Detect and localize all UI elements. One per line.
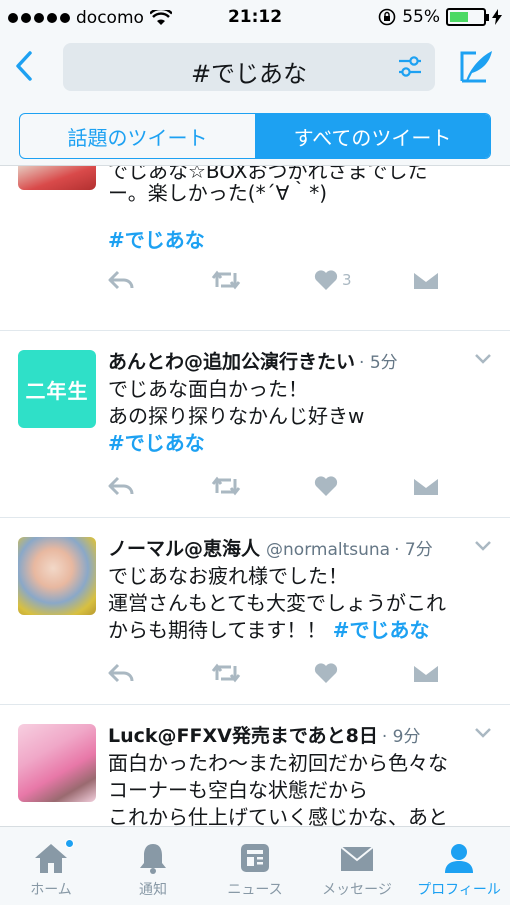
tweet-time: · 7分 <box>394 540 433 560</box>
retweet-icon[interactable] <box>211 267 241 293</box>
tweet-text: でじあな☆BOXおつかれさまでした <box>108 166 428 180</box>
tab-label: プロフィール <box>417 882 501 898</box>
tweet-text-line: でじあなお疲れ様でした！ <box>108 564 348 588</box>
tweet-text-line: 面白かったわ〜また初回だから色々な <box>108 751 448 775</box>
back-arrow-icon[interactable] <box>10 48 40 84</box>
profile-icon <box>445 844 473 873</box>
tweet-item[interactable]: ノーマル@恵海人 @normaltsuna · 7分 でじあなお疲れ様でした！ … <box>0 518 510 705</box>
like-action[interactable]: 3 <box>314 267 352 293</box>
segmented-control: 話題のツイート すべてのツイート <box>19 113 491 159</box>
tab-bar: ホーム 通知 ニュース メッセージ プロフィール <box>0 826 510 905</box>
tab-label: ホーム <box>30 882 72 898</box>
tweet-time: · 9分 <box>381 727 421 747</box>
news-icon <box>241 844 269 872</box>
tweet-text-line: これから仕上げていく感じかな、あと <box>108 805 448 826</box>
tweet-item[interactable]: 二年生 あんとわ@追加公演行きたい · 5分 でじあな面白かった！ あの探り探り… <box>0 331 510 518</box>
tweet-header: あんとわ@追加公演行きたい · 5分 <box>108 347 492 374</box>
filter-icon[interactable] <box>397 55 423 79</box>
tweet-item[interactable]: Luck@FFXV発売まであと8日 · 9分 面白かったわ〜また初回だから色々な… <box>0 705 510 826</box>
avatar[interactable] <box>18 166 96 190</box>
retweet-icon[interactable] <box>211 473 241 499</box>
dm-icon[interactable] <box>413 473 439 499</box>
chevron-down-icon[interactable] <box>474 727 492 739</box>
notification-dot <box>65 839 74 848</box>
search-query[interactable]: #でじあな <box>63 54 435 89</box>
tab-profile[interactable]: プロフィール <box>408 827 510 905</box>
tab-label: ニュース <box>227 882 283 898</box>
reply-icon[interactable] <box>108 267 134 293</box>
tweet-actions: 3 <box>108 267 448 297</box>
heart-icon[interactable] <box>314 473 338 499</box>
dm-icon[interactable] <box>413 267 439 293</box>
tweet-actions <box>108 660 448 690</box>
tab-label: メッセージ <box>322 882 392 898</box>
tab-home[interactable]: ホーム <box>0 827 102 905</box>
avatar[interactable] <box>18 724 96 802</box>
tweet-time: · 5分 <box>359 353 398 373</box>
user-handle[interactable]: @normaltsuna <box>266 540 390 560</box>
tab-messages[interactable]: メッセージ <box>306 827 408 905</box>
reply-icon[interactable] <box>108 473 134 499</box>
compose-tweet-icon[interactable] <box>456 47 496 85</box>
hashtag-link[interactable]: #でじあな <box>108 430 492 457</box>
bell-icon <box>140 844 166 874</box>
user-name[interactable]: ノーマル@恵海人 <box>108 534 260 561</box>
tab-label: 通知 <box>139 882 167 898</box>
charging-icon <box>492 9 502 25</box>
tweet-text-line: からも期待してます！！ #でじあな <box>108 618 430 642</box>
hashtag-link[interactable]: #でじあな <box>108 227 492 254</box>
user-name[interactable]: あんとわ@追加公演行きたい <box>108 347 355 374</box>
avatar[interactable]: 二年生 <box>18 350 96 428</box>
hashtag-link[interactable]: #でじあな <box>333 618 430 642</box>
tab-news[interactable]: ニュース <box>204 827 306 905</box>
dm-icon[interactable] <box>413 660 439 686</box>
avatar[interactable] <box>18 537 96 615</box>
tab-all-tweets[interactable]: すべてのツイート <box>255 114 490 158</box>
like-count: 3 <box>342 271 352 289</box>
tweet-text-line: あの探り探りなかんじ好きw <box>108 404 365 428</box>
tweet-actions <box>108 473 448 503</box>
status-bar: docomo 21:12 55% <box>0 0 510 36</box>
tweet-text-line: でじあな面白かった！ <box>108 377 308 401</box>
timeline: でじあな☆BOXおつかれさまでした ー。楽しかった(*´∀｀*) #でじあな 3… <box>0 166 510 826</box>
tweet-text-line: 運営さんもとても大変でしょうがこれ <box>108 591 446 615</box>
search-header: #でじあな <box>0 36 510 98</box>
heart-icon[interactable] <box>314 660 338 686</box>
tweet-header: ノーマル@恵海人 @normaltsuna · 7分 <box>108 534 492 561</box>
tweet-header: Luck@FFXV発売まであと8日 · 9分 <box>108 721 492 748</box>
chevron-down-icon[interactable] <box>474 353 492 365</box>
search-box[interactable]: #でじあな <box>63 43 435 91</box>
reply-icon[interactable] <box>108 660 134 686</box>
tweet-item[interactable]: でじあな☆BOXおつかれさまでした ー。楽しかった(*´∀｀*) #でじあな 3 <box>0 166 510 331</box>
heart-icon[interactable] <box>314 269 338 291</box>
battery-icon <box>446 8 489 26</box>
tweet-text-line: コーナーも空白な状態だから <box>108 778 368 802</box>
mail-icon <box>340 846 374 871</box>
user-name[interactable]: Luck@FFXV発売まであと8日 <box>108 721 378 748</box>
retweet-icon[interactable] <box>211 660 241 686</box>
battery-percent: 55% <box>402 7 440 27</box>
avatar-text: 二年生 <box>25 378 89 403</box>
tweet-text-line: ー。楽しかった(*´∀｀*) <box>108 181 328 205</box>
battery-info: 55% <box>378 7 502 27</box>
tab-top-tweets[interactable]: 話題のツイート <box>20 114 255 158</box>
tab-notifications[interactable]: 通知 <box>102 827 204 905</box>
home-icon <box>35 844 67 873</box>
segment-bar: 話題のツイート すべてのツイート <box>0 98 510 166</box>
rotation-lock-icon <box>378 8 396 26</box>
chevron-down-icon[interactable] <box>474 540 492 552</box>
